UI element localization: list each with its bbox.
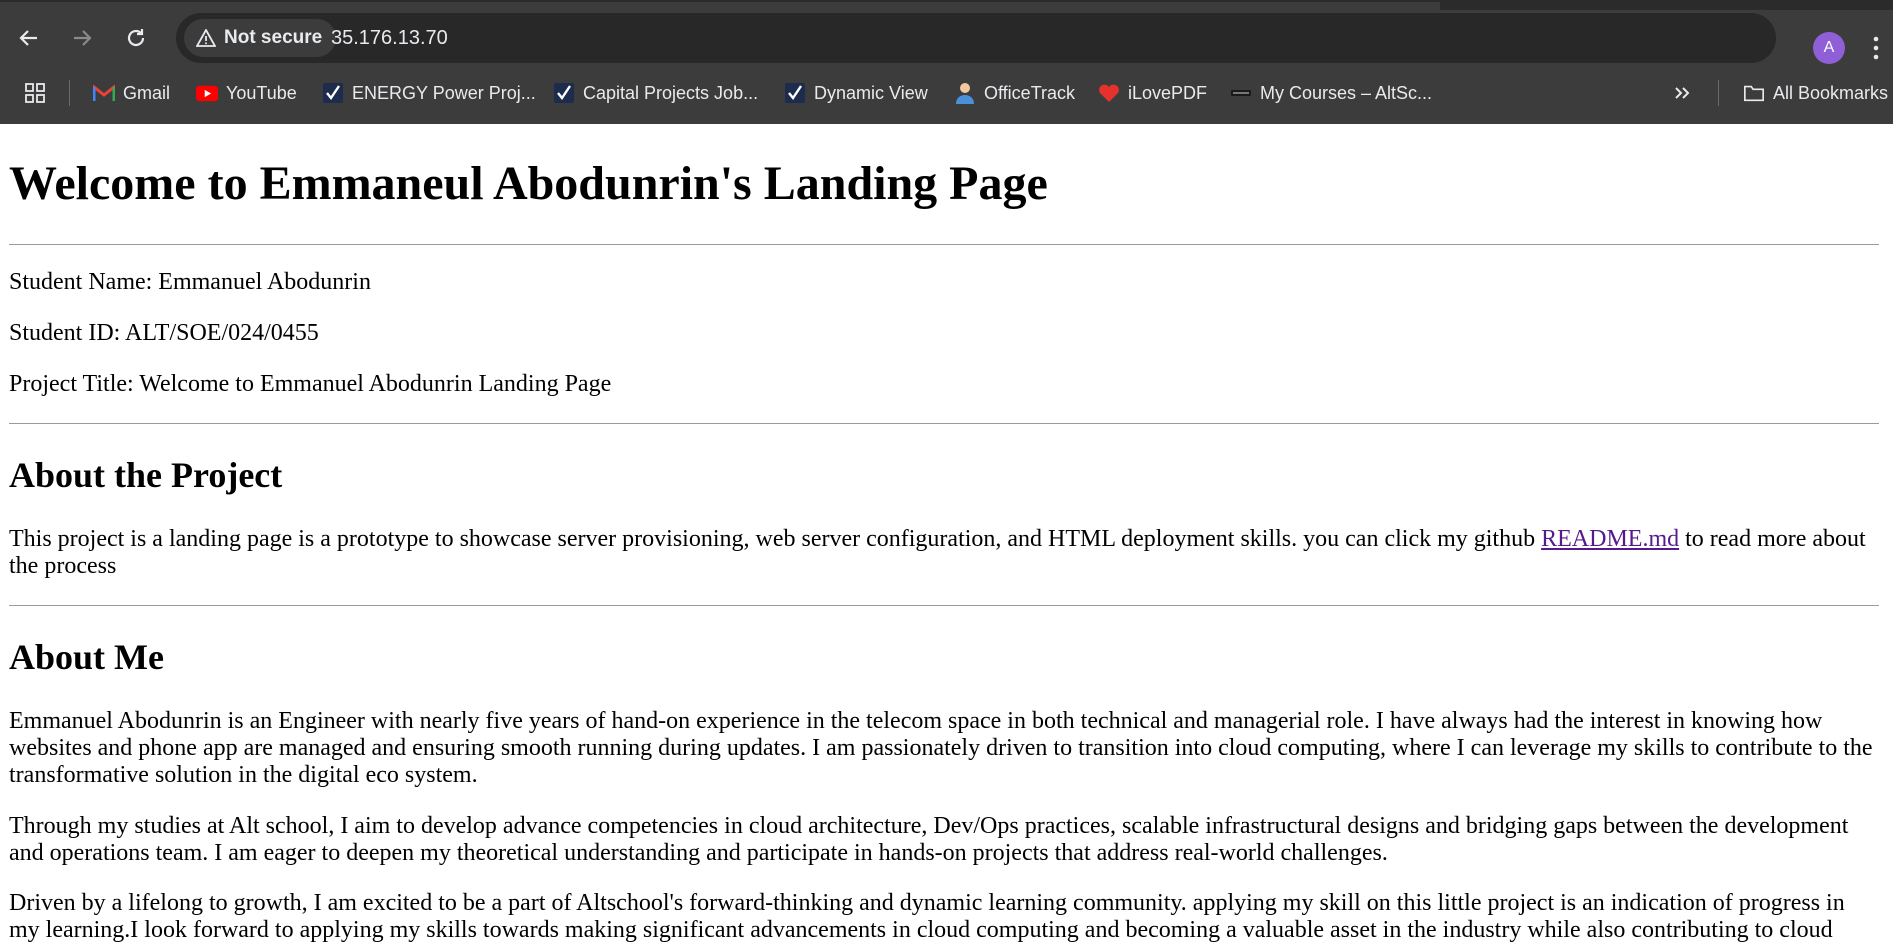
chevron-double-right-icon — [1675, 87, 1690, 99]
menu-kebab-icon[interactable] — [1872, 36, 1880, 60]
divider — [9, 423, 1879, 424]
bookmark-dynamic-view[interactable]: Dynamic View — [784, 72, 928, 114]
browser-toolbar: Not secure 35.176.13.70 A — [0, 10, 1893, 66]
url-text[interactable]: 35.176.13.70 — [331, 13, 448, 63]
profile-avatar[interactable]: A — [1813, 32, 1845, 64]
apps-button[interactable] — [24, 72, 46, 114]
web-page: Welcome to Emmaneul Abodunrin's Landing … — [0, 124, 1893, 949]
address-bar[interactable]: Not secure 35.176.13.70 — [176, 13, 1776, 63]
about-project-text-before: This project is a landing page is a prot… — [9, 526, 1542, 552]
security-chip[interactable]: Not secure — [184, 19, 337, 57]
bookmark-label: iLovePDF — [1128, 82, 1208, 103]
tab-strip — [0, 0, 1893, 10]
project-title: Project Title: Welcome to Emmanuel Abodu… — [9, 371, 612, 397]
more-bookmarks-button[interactable] — [1672, 72, 1692, 114]
about-me-paragraph: Through my studies at Alt school, I aim … — [9, 813, 1849, 866]
heart-icon — [1098, 82, 1120, 104]
about-project-heading: About the Project — [9, 455, 283, 495]
bookmarks-separator — [1718, 80, 1719, 106]
bookmark-label: Gmail — [123, 82, 171, 103]
forward-button[interactable] — [64, 20, 100, 56]
about-me-heading: About Me — [9, 637, 164, 677]
bookmark-officetrack[interactable]: OfficeTrack — [954, 72, 1075, 114]
forward-arrow-icon — [74, 30, 92, 46]
checkmark-icon — [553, 82, 575, 104]
about-me-paragraph: Driven by a lifelong to growth, I am exc… — [9, 890, 1845, 943]
bookmark-label: Dynamic View — [814, 82, 928, 103]
browser-chrome: Not secure 35.176.13.70 A Gmail YouTube … — [0, 0, 1893, 124]
reload-button[interactable] — [118, 20, 154, 56]
student-name: Student Name: Emmanuel Abodunrin — [9, 269, 371, 295]
bookmark-ilovepdf[interactable]: iLovePDF — [1098, 72, 1207, 114]
altschool-icon — [1230, 82, 1252, 104]
bookmark-label: YouTube — [226, 82, 297, 103]
bookmark-label: ENERGY Power Proj... — [352, 82, 536, 103]
bookmark-youtube[interactable]: YouTube — [196, 72, 297, 114]
about-project-text: This project is a landing page is a prot… — [9, 526, 1879, 580]
bookmark-gmail[interactable]: Gmail — [93, 72, 170, 114]
bookmark-my-courses[interactable]: My Courses – AltSc... — [1230, 72, 1432, 114]
security-label: Not secure — [224, 27, 323, 48]
apps-grid-icon — [25, 83, 45, 103]
student-id: Student ID: ALT/SOE/024/0455 — [9, 320, 319, 346]
warning-triangle-icon — [196, 29, 216, 47]
checkmark-icon — [322, 82, 344, 104]
readme-link[interactable]: README.md — [1541, 526, 1679, 552]
bookmark-energy-power[interactable]: ENERGY Power Proj... — [322, 72, 536, 114]
active-tab[interactable] — [0, 2, 1440, 10]
bookmark-label: OfficeTrack — [984, 82, 1076, 103]
divider — [9, 605, 1879, 606]
officetrack-icon — [954, 82, 976, 104]
back-button[interactable] — [11, 20, 47, 56]
bookmark-label: Capital Projects Job... — [583, 82, 759, 103]
bookmarks-separator — [69, 80, 70, 106]
gmail-icon — [93, 82, 115, 104]
page-title: Welcome to Emmaneul Abodunrin's Landing … — [9, 157, 1048, 210]
checkmark-icon — [784, 82, 806, 104]
all-bookmarks-label: All Bookmarks — [1773, 82, 1889, 103]
youtube-icon — [196, 82, 218, 104]
divider — [9, 244, 1879, 245]
bookmark-label: My Courses – AltSc... — [1260, 82, 1433, 103]
all-bookmarks-button[interactable]: All Bookmarks — [1743, 72, 1888, 114]
folder-icon — [1743, 82, 1765, 104]
about-me-paragraph: Emmanuel Abodunrin is an Engineer with n… — [9, 708, 1873, 788]
bookmark-capital-projects[interactable]: Capital Projects Job... — [553, 72, 758, 114]
back-arrow-icon — [19, 30, 37, 46]
bookmarks-bar: Gmail YouTube ENERGY Power Proj... Capit… — [0, 72, 1893, 114]
reload-icon — [127, 29, 145, 47]
